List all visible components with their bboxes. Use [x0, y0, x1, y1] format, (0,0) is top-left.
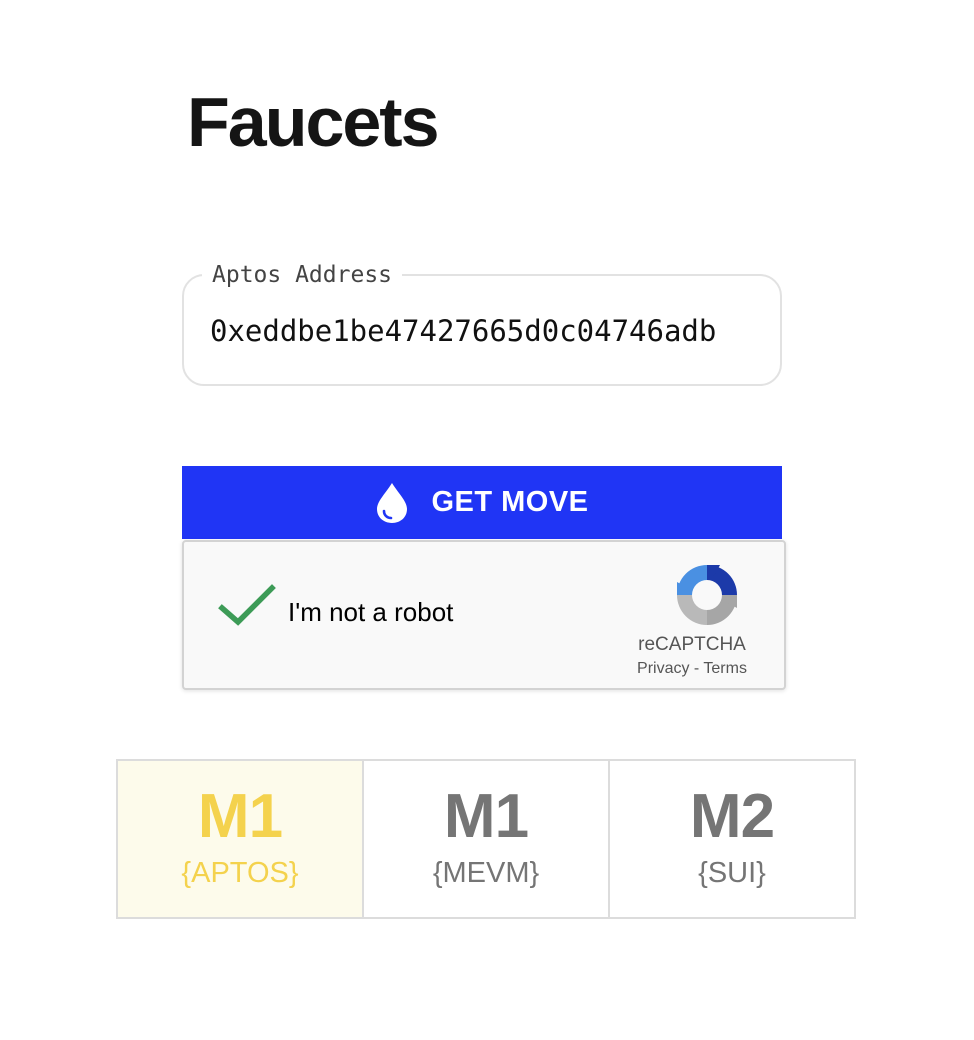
- tab-m2-sui[interactable]: M2 {SUI}: [610, 761, 854, 917]
- tab-chain-label: {APTOS}: [181, 857, 299, 889]
- tab-version-label: M1: [197, 782, 283, 851]
- get-move-label: GET MOVE: [431, 486, 589, 518]
- network-tabs: M1 {APTOS} M1 {MEVM} M2 {SUI}: [116, 759, 856, 919]
- tab-m1-aptos[interactable]: M1 {APTOS}: [118, 761, 364, 917]
- tab-version-label: M1: [443, 782, 529, 851]
- page-title: Faucets: [187, 83, 440, 161]
- recaptcha-checkbox[interactable]: [218, 584, 276, 628]
- get-move-button[interactable]: GET MOVE: [182, 466, 782, 539]
- aptos-address-label: Aptos Address: [202, 260, 403, 290]
- tab-chain-label: {MEVM}: [432, 857, 540, 889]
- recaptcha-links: Privacy - Terms: [622, 660, 762, 678]
- recaptcha-link-separator: -: [693, 660, 700, 677]
- recaptcha-label: I'm not a robot: [288, 597, 454, 627]
- recaptcha-logo-icon: [677, 565, 737, 625]
- tab-version-label: M2: [689, 782, 775, 851]
- recaptcha-privacy-link[interactable]: Privacy: [637, 660, 689, 677]
- recaptcha-brand: reCAPTCHA: [638, 634, 746, 655]
- tab-m1-mevm[interactable]: M1 {MEVM}: [364, 761, 610, 917]
- recaptcha-widget: I'm not a robot reCAPTCHA Privacy - Term…: [182, 540, 786, 690]
- aptos-address-input[interactable]: [210, 308, 756, 354]
- recaptcha-terms-link[interactable]: Terms: [703, 660, 747, 677]
- water-drop-icon: [377, 482, 408, 523]
- aptos-address-field[interactable]: Aptos Address: [182, 260, 782, 386]
- tab-chain-label: {SUI}: [698, 857, 766, 889]
